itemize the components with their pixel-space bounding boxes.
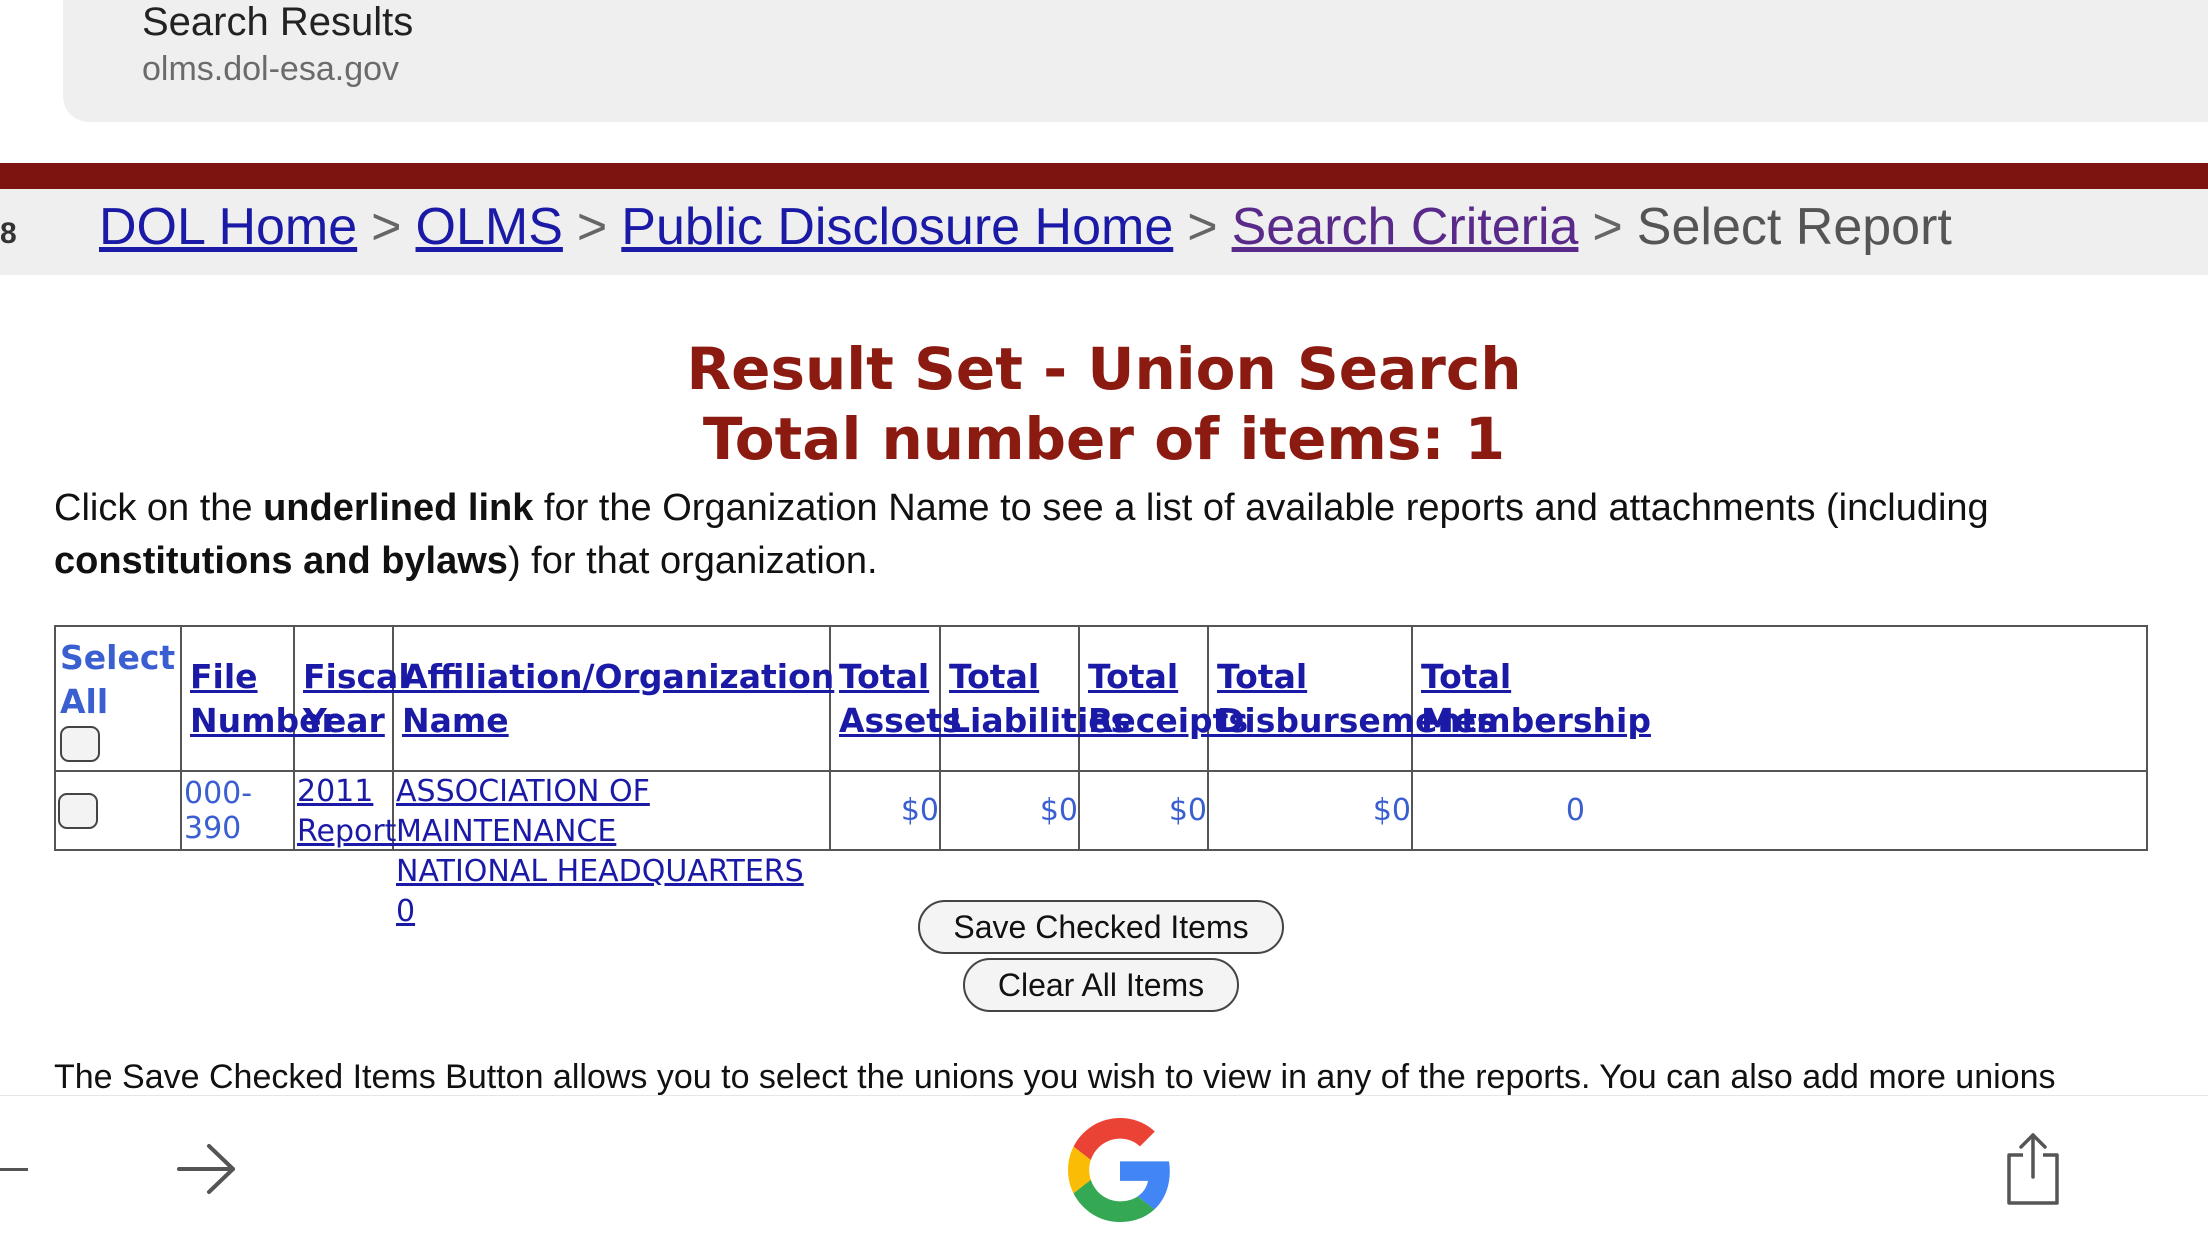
link-text: 2011 xyxy=(297,774,374,809)
header-text: Total xyxy=(1088,656,1179,696)
breadcrumb-public-disclosure-home[interactable]: Public Disclosure Home xyxy=(621,198,1173,256)
arrow-right-icon[interactable] xyxy=(175,1141,239,1197)
header-text: Membership xyxy=(1421,700,1651,740)
header-text: Select xyxy=(60,637,176,677)
results-table: Select All File Number Fiscal Year Affil… xyxy=(54,625,2148,929)
breadcrumb-olms[interactable]: OLMS xyxy=(416,198,563,256)
breadcrumb-search-criteria[interactable]: Search Criteria xyxy=(1232,198,1579,256)
intro-text: Click on the underlined link for the Org… xyxy=(54,482,2164,588)
save-checked-items-button[interactable]: Save Checked Items xyxy=(918,900,1284,954)
help-text: The Save Checked Items Button allows you… xyxy=(54,1058,2056,1096)
header-fiscal-year[interactable]: Fiscal Year xyxy=(297,627,410,770)
intro-bold: constitutions and bylaws xyxy=(54,540,508,582)
clear-all-items-button[interactable]: Clear All Items xyxy=(963,958,1239,1012)
browser-page-title: Search Results xyxy=(142,0,414,44)
cell-file-number: 000-390 xyxy=(184,775,253,846)
browser-domain: olms.dol-esa.gov xyxy=(142,50,400,88)
header-text: Total xyxy=(1217,656,1308,696)
share-icon[interactable] xyxy=(2005,1131,2061,1207)
header-text: Receipts xyxy=(1088,700,1249,740)
header-total-liabilities[interactable]: Total Liabilities xyxy=(943,627,1131,770)
breadcrumb-separator: > xyxy=(576,198,608,256)
header-total-disbursements[interactable]: Total Disbursements xyxy=(1211,627,1497,770)
fiscal-year-report-link[interactable]: 2011 Report xyxy=(297,774,396,849)
breadcrumb-stub: 8 xyxy=(0,217,17,250)
header-text: Number xyxy=(190,700,338,740)
cell-fiscal-year: 2011 Report xyxy=(297,772,396,849)
intro-part: for the Organization Name to see a list … xyxy=(533,487,1989,529)
page: Search Results olms.dol-esa.gov 8 DOL Ho… xyxy=(0,0,2208,1242)
header-text: Affiliation/Organization Name xyxy=(402,656,835,740)
cell-total-disbursements: $0 xyxy=(1372,793,1411,828)
header-select-all[interactable]: Select All xyxy=(56,627,182,770)
select-all-checkbox[interactable] xyxy=(60,725,100,762)
intro-bold: underlined link xyxy=(263,487,534,529)
row-select-checkbox[interactable] xyxy=(58,792,98,829)
header-text: Total xyxy=(1421,656,1512,696)
header-text: All xyxy=(60,681,109,721)
browser-address-bar[interactable]: Search Results olms.dol-esa.gov xyxy=(63,0,2208,122)
header-total-membership[interactable]: Total Membership xyxy=(1415,627,1651,770)
intro-part: ) for that organization. xyxy=(507,540,878,582)
intro-part: Click on the xyxy=(54,487,264,529)
header-text: Total xyxy=(839,656,930,696)
cell-total-membership: 0 xyxy=(1565,793,1585,828)
result-count: Total number of items: 1 xyxy=(702,405,1506,473)
cell-total-liabilities: $0 xyxy=(1039,793,1078,828)
breadcrumb-current: Select Report xyxy=(1636,198,1952,256)
header-text: Total xyxy=(949,656,1040,696)
cell-organization-name: ASSOCIATION OF MAINTENANCE NATIONAL HEADQ… xyxy=(396,772,831,929)
breadcrumb: 8 DOL Home > OLMS > Public Disclosure Home > S… xyxy=(0,189,2208,275)
organization-name-link[interactable]: ASSOCIATION OF MAINTENANCE NATIONAL HEADQ… xyxy=(396,774,804,929)
header-text: Disbursements xyxy=(1217,700,1497,740)
breadcrumb-separator: > xyxy=(1592,198,1623,256)
header-file-number[interactable]: File Number xyxy=(184,627,338,770)
breadcrumb-dol-home[interactable]: DOL Home xyxy=(99,198,357,256)
breadcrumb-separator: > xyxy=(371,198,402,256)
page-title: Result Set - Union Search xyxy=(686,335,1522,403)
breadcrumb-separator: > xyxy=(1187,198,1218,256)
header-text: Fiscal xyxy=(303,656,410,696)
google-g-icon[interactable] xyxy=(1068,1118,1172,1222)
header-text: Liabilities xyxy=(949,700,1131,740)
header-total-receipts[interactable]: Total Receipts xyxy=(1082,627,1249,770)
cell-total-receipts: $0 xyxy=(1168,793,1207,828)
header-total-assets[interactable]: Total Assets xyxy=(833,627,962,770)
header-text: Assets xyxy=(839,700,962,740)
table-row xyxy=(56,772,182,849)
link-text: Report xyxy=(297,814,397,849)
header-text: File xyxy=(190,656,258,696)
site-header-rule xyxy=(0,163,2208,189)
link-text: NATIONAL HEADQUARTERS 0 xyxy=(396,854,804,929)
cell-total-assets: $0 xyxy=(900,793,939,828)
header-organization-name[interactable]: Affiliation/Organization Name xyxy=(396,627,835,770)
back-arrow-icon[interactable] xyxy=(0,1168,28,1171)
header-text: Year xyxy=(303,700,385,740)
link-text: ASSOCIATION OF MAINTENANCE xyxy=(396,774,650,849)
browser-toolbar xyxy=(0,1095,2208,1242)
